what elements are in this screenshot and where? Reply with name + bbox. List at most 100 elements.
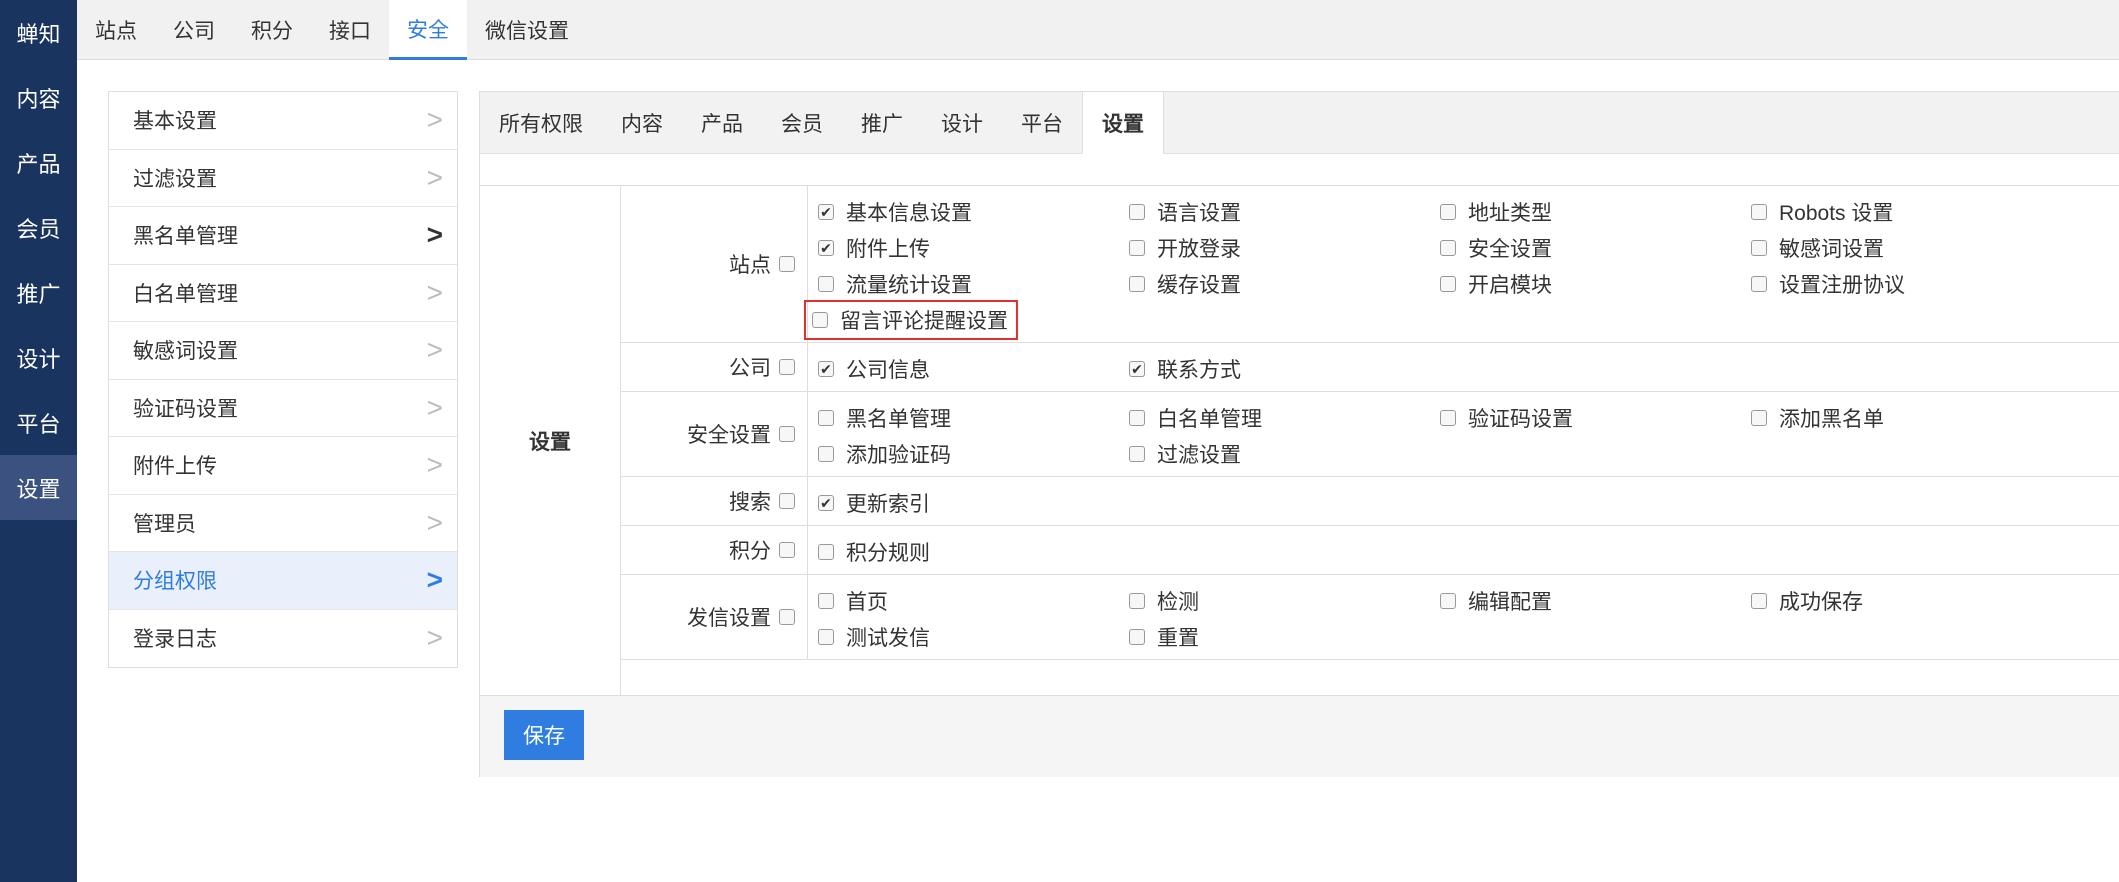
permission-checkbox[interactable] [1129, 446, 1145, 462]
permission-option[interactable]: 成功保存 [1751, 583, 2062, 619]
sidemenu-item-group-permissions[interactable]: 分组权限 > [109, 552, 457, 610]
permission-option[interactable]: 联系方式 [1129, 351, 1440, 387]
sidemenu-item-label: 基本设置 [133, 110, 217, 134]
row-options: 公司信息 联系方式 [808, 343, 2119, 391]
sidemenu-item-filter[interactable]: 过滤设置 > [109, 149, 457, 207]
ptab-product[interactable]: 产品 [682, 92, 762, 153]
permission-option[interactable]: 添加黑名单 [1751, 400, 2062, 436]
nav-item-design[interactable]: 设计 [0, 325, 77, 390]
permission-option[interactable]: 开启模块 [1440, 266, 1751, 302]
permission-option[interactable]: 留言评论提醒设置 [804, 300, 1129, 340]
nav-item-member[interactable]: 会员 [0, 195, 77, 260]
permission-checkbox[interactable] [1129, 204, 1145, 220]
sidemenu-item-blacklist[interactable]: 黑名单管理 > [109, 207, 457, 265]
permission-checkbox[interactable] [812, 312, 828, 328]
permission-checkbox[interactable] [818, 276, 834, 292]
permission-checkbox[interactable] [818, 629, 834, 645]
tab-score[interactable]: 积分 [233, 0, 311, 60]
permission-checkbox[interactable] [1440, 410, 1456, 426]
permission-option[interactable]: 测试发信 [818, 619, 1129, 655]
permission-checkbox[interactable] [818, 544, 834, 560]
permission-checkbox[interactable] [1129, 240, 1145, 256]
permission-option[interactable]: 流量统计设置 [818, 266, 1129, 302]
permission-option[interactable]: 语言设置 [1129, 194, 1440, 230]
sidemenu-item-sensitive-words[interactable]: 敏感词设置 > [109, 322, 457, 380]
ptab-member[interactable]: 会员 [762, 92, 842, 153]
permission-option[interactable]: 过滤设置 [1129, 436, 1440, 472]
permission-option[interactable]: 重置 [1129, 619, 1440, 655]
permission-option[interactable]: 验证码设置 [1440, 400, 1751, 436]
tab-api[interactable]: 接口 [311, 0, 389, 60]
permission-option[interactable]: 积分规则 [818, 534, 1129, 570]
permission-checkbox[interactable] [1129, 593, 1145, 609]
permission-option[interactable]: 公司信息 [818, 351, 1129, 387]
permission-option[interactable]: 缓存设置 [1129, 266, 1440, 302]
ptab-content[interactable]: 内容 [602, 92, 682, 153]
permission-checkbox[interactable] [1129, 276, 1145, 292]
permission-checkbox[interactable] [818, 446, 834, 462]
permission-checkbox[interactable] [818, 593, 834, 609]
permission-checkbox[interactable] [1129, 629, 1145, 645]
permission-checkbox[interactable] [1440, 276, 1456, 292]
permission-checkbox[interactable] [818, 361, 834, 377]
sidemenu-item-upload[interactable]: 附件上传 > [109, 437, 457, 495]
permission-checkbox[interactable] [1751, 593, 1767, 609]
ptab-all[interactable]: 所有权限 [480, 92, 602, 153]
permission-checkbox[interactable] [818, 495, 834, 511]
permission-option[interactable]: Robots 设置 [1751, 194, 2062, 230]
permission-checkbox[interactable] [1440, 240, 1456, 256]
permission-option[interactable]: 安全设置 [1440, 230, 1751, 266]
permission-checkbox[interactable] [1440, 204, 1456, 220]
permission-option[interactable]: 开放登录 [1129, 230, 1440, 266]
nav-item-promote[interactable]: 推广 [0, 260, 77, 325]
row-select-all-checkbox[interactable] [779, 256, 795, 272]
sidemenu-item-basic[interactable]: 基本设置 > [109, 92, 457, 150]
ptab-promote[interactable]: 推广 [842, 92, 922, 153]
permission-option[interactable]: 编辑配置 [1440, 583, 1751, 619]
sidemenu-item-captcha[interactable]: 验证码设置 > [109, 379, 457, 437]
permission-option[interactable]: 更新索引 [818, 485, 1129, 521]
permission-checkbox[interactable] [1751, 276, 1767, 292]
permission-checkbox[interactable] [818, 240, 834, 256]
nav-item-platform[interactable]: 平台 [0, 390, 77, 455]
permission-checkbox[interactable] [1129, 361, 1145, 377]
permission-option[interactable]: 附件上传 [818, 230, 1129, 266]
nav-item-settings[interactable]: 设置 [0, 455, 77, 520]
nav-item-content[interactable]: 内容 [0, 65, 77, 130]
tab-wechat-settings[interactable]: 微信设置 [467, 0, 587, 60]
row-select-all-checkbox[interactable] [779, 359, 795, 375]
permission-option[interactable]: 敏感词设置 [1751, 230, 2062, 266]
row-select-all-checkbox[interactable] [779, 609, 795, 625]
tab-site[interactable]: 站点 [77, 0, 155, 60]
permission-checkbox[interactable] [1751, 240, 1767, 256]
permission-checkbox[interactable] [818, 204, 834, 220]
permission-option[interactable]: 首页 [818, 583, 1129, 619]
permission-option[interactable]: 地址类型 [1440, 194, 1751, 230]
ptab-settings[interactable]: 设置 [1082, 91, 1164, 154]
nav-item-chanzhi[interactable]: 蝉知 [0, 0, 77, 65]
permission-checkbox[interactable] [1440, 593, 1456, 609]
nav-item-product[interactable]: 产品 [0, 130, 77, 195]
permission-option[interactable]: 设置注册协议 [1751, 266, 2062, 302]
permission-checkbox[interactable] [818, 410, 834, 426]
tab-security[interactable]: 安全 [389, 0, 467, 60]
save-button[interactable]: 保存 [504, 710, 584, 760]
permission-option-label: 白名单管理 [1157, 408, 1262, 431]
permission-option[interactable]: 白名单管理 [1129, 400, 1440, 436]
permission-option[interactable]: 添加验证码 [818, 436, 1129, 472]
row-select-all-checkbox[interactable] [779, 542, 795, 558]
permission-option[interactable]: 基本信息设置 [818, 194, 1129, 230]
permission-checkbox[interactable] [1129, 410, 1145, 426]
permission-option[interactable]: 检测 [1129, 583, 1440, 619]
row-select-all-checkbox[interactable] [779, 426, 795, 442]
permission-checkbox[interactable] [1751, 204, 1767, 220]
tab-company[interactable]: 公司 [155, 0, 233, 60]
permission-option[interactable]: 黑名单管理 [818, 400, 1129, 436]
sidemenu-item-login-log[interactable]: 登录日志 > [109, 609, 457, 667]
row-select-all-checkbox[interactable] [779, 493, 795, 509]
permission-checkbox[interactable] [1751, 410, 1767, 426]
sidemenu-item-admin[interactable]: 管理员 > [109, 494, 457, 552]
sidemenu-item-whitelist[interactable]: 白名单管理 > [109, 264, 457, 322]
ptab-design[interactable]: 设计 [922, 92, 1002, 153]
ptab-platform[interactable]: 平台 [1002, 92, 1082, 153]
